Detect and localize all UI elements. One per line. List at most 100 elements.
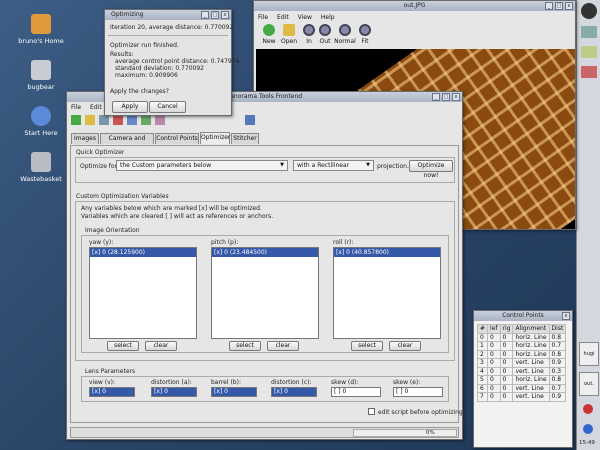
roll-select-button[interactable]: select xyxy=(351,341,383,351)
close-button[interactable]: x xyxy=(452,93,460,101)
table-cell: 2 xyxy=(476,349,489,359)
new-icon[interactable] xyxy=(71,115,81,125)
tab-images[interactable]: Images xyxy=(71,133,99,144)
zoom-fit-button[interactable]: Fit xyxy=(354,24,376,45)
list-item[interactable]: [x] 0 (28.125900) xyxy=(90,248,196,257)
table-row[interactable]: 0 0 0 horiz. Line 0.8 xyxy=(476,332,567,342)
minimize-button[interactable]: _ xyxy=(201,11,209,19)
taskbar-item-label: hugi xyxy=(583,351,595,357)
menu-file[interactable]: File xyxy=(258,14,268,21)
table-row[interactable]: 5 0 0 horiz. Line 0.8 xyxy=(476,375,567,385)
column-header[interactable]: Dist xyxy=(548,324,567,334)
minimize-button[interactable]: _ xyxy=(545,2,553,10)
pitch-select-button[interactable]: select xyxy=(229,341,261,351)
column-header[interactable]: lef xyxy=(487,324,501,334)
trash-icon xyxy=(31,152,51,172)
launcher-icon[interactable] xyxy=(581,66,597,78)
tab-optimizer[interactable]: Optimizer xyxy=(200,132,230,144)
quick-optimizer-title: Quick Optimizer xyxy=(76,149,125,156)
table-cell: horiz. Line xyxy=(512,332,550,342)
roll-clear-button[interactable]: clear xyxy=(389,341,421,351)
cancel-button[interactable]: Cancel xyxy=(149,101,186,113)
launcher-icon[interactable] xyxy=(581,26,597,38)
menu-edit[interactable]: Edit xyxy=(277,14,289,21)
tool-label: In xyxy=(306,38,312,45)
desktop-icon-home[interactable]: bruno's Home xyxy=(6,14,76,45)
open-folder-icon[interactable] xyxy=(85,115,95,125)
pitch-clear-button[interactable]: clear xyxy=(267,341,299,351)
list-item[interactable]: [x] 0 (40.857800) xyxy=(334,248,440,257)
taskbar-item[interactable]: out. xyxy=(579,372,599,396)
title-bar[interactable]: Optimizing _ □ x xyxy=(105,10,231,20)
tab-label: Images xyxy=(74,135,96,142)
pitch-label: pitch (p): xyxy=(211,239,239,246)
column-header[interactable]: rig xyxy=(499,324,514,334)
column-header[interactable]: # xyxy=(476,324,489,334)
distortion-c-field[interactable]: [x] 0 xyxy=(271,387,317,397)
result-line: standard deviation: 0.770092 xyxy=(115,65,204,72)
help-icon[interactable] xyxy=(583,424,593,434)
maximize-button[interactable]: □ xyxy=(555,2,563,10)
close-button[interactable]: x xyxy=(562,312,570,320)
start-here-icon xyxy=(31,106,51,126)
menu-file[interactable]: File xyxy=(71,104,81,111)
minimize-button[interactable]: _ xyxy=(432,93,440,101)
yaw-clear-button[interactable]: clear xyxy=(145,341,177,351)
table-row[interactable]: 3 0 0 vert. Line 0.9 xyxy=(476,358,567,368)
distortion-a-field[interactable]: [x] 0 xyxy=(151,387,197,397)
save-icon[interactable] xyxy=(99,115,109,125)
projection-select[interactable]: with a Rectilinear ▼ xyxy=(293,160,374,171)
maximize-button[interactable]: □ xyxy=(211,11,219,19)
menu-help[interactable]: Help xyxy=(321,14,335,21)
optimize-for-select[interactable]: the Custom parameters below ▼ xyxy=(116,160,288,171)
table-row[interactable]: 6 0 0 vert. Line 0.7 xyxy=(476,383,567,393)
apply-button[interactable]: Apply xyxy=(112,101,148,113)
close-button[interactable]: x xyxy=(565,2,573,10)
progress-bar: 0% xyxy=(353,429,457,437)
table-row[interactable]: 4 0 0 vert. Line 0.3 xyxy=(476,366,567,376)
taskbar-item[interactable]: hugi xyxy=(579,342,599,366)
close-button[interactable]: x xyxy=(221,11,229,19)
tab-control-points[interactable]: Control Points xyxy=(155,133,199,144)
delete-icon[interactable] xyxy=(113,115,123,125)
barrel-field[interactable]: [x] 0 xyxy=(211,387,257,397)
control-points-table-wrap: # lef rig Alignment Dist 0 0 0 horiz. Line 0… xyxy=(474,321,572,405)
pitch-list[interactable]: [x] 0 (23.484500) xyxy=(211,247,319,339)
table-cell: 6 xyxy=(476,383,489,393)
menu-edit[interactable]: Edit xyxy=(90,104,102,111)
menu-view[interactable]: View xyxy=(298,14,312,21)
desktop-icon-computer[interactable]: bugbear xyxy=(6,60,76,91)
yaw-select-button[interactable]: select xyxy=(107,341,139,351)
zoom-normal-icon xyxy=(339,24,351,36)
table-cell: 0.7 xyxy=(548,341,567,351)
info-icon[interactable] xyxy=(245,115,255,125)
tool-icon[interactable] xyxy=(155,115,165,125)
skew-e-field[interactable]: [ ] 0 xyxy=(393,387,443,397)
status-icon[interactable] xyxy=(583,404,593,414)
yaw-list[interactable]: [x] 0 (28.125900) xyxy=(89,247,197,339)
optimize-now-button[interactable]: Optimize now! xyxy=(409,160,453,179)
table-cell: 0 xyxy=(499,392,514,402)
tab-stitcher[interactable]: Stitcher xyxy=(231,133,259,144)
view-field[interactable]: [x] 0 xyxy=(89,387,135,397)
maximize-button[interactable]: □ xyxy=(442,93,450,101)
edit-script-checkbox[interactable] xyxy=(368,408,375,415)
control-points-table[interactable]: # lef rig Alignment Dist 0 0 0 horiz. Line 0… xyxy=(476,324,567,402)
tab-camera-lens[interactable]: Camera and Lens xyxy=(100,133,154,152)
table-row[interactable]: 2 0 0 horiz. Line 0.8 xyxy=(476,349,567,359)
title-bar[interactable]: out.JPG _ □ x xyxy=(254,1,575,11)
table-row[interactable]: 7 0 0 vert. Line 0.9 xyxy=(476,392,567,402)
roll-list[interactable]: [x] 0 (40.857800) xyxy=(333,247,441,339)
launcher-icon[interactable] xyxy=(581,46,597,58)
desktop-icon-label: Wastebasket xyxy=(20,175,62,183)
title-bar[interactable]: Control Points x xyxy=(474,311,572,321)
new-button[interactable]: New xyxy=(258,24,280,45)
column-header[interactable]: Alignment xyxy=(512,324,550,334)
list-item[interactable]: [x] 0 (23.484500) xyxy=(212,248,318,257)
table-row[interactable]: 1 0 0 horiz. Line 0.7 xyxy=(476,341,567,351)
tool-icon[interactable] xyxy=(141,115,151,125)
tool-icon[interactable] xyxy=(127,115,137,125)
open-button[interactable]: Open xyxy=(278,24,300,45)
gnome-foot-icon[interactable] xyxy=(581,3,597,19)
skew-d-field[interactable]: [ ] 0 xyxy=(331,387,381,397)
